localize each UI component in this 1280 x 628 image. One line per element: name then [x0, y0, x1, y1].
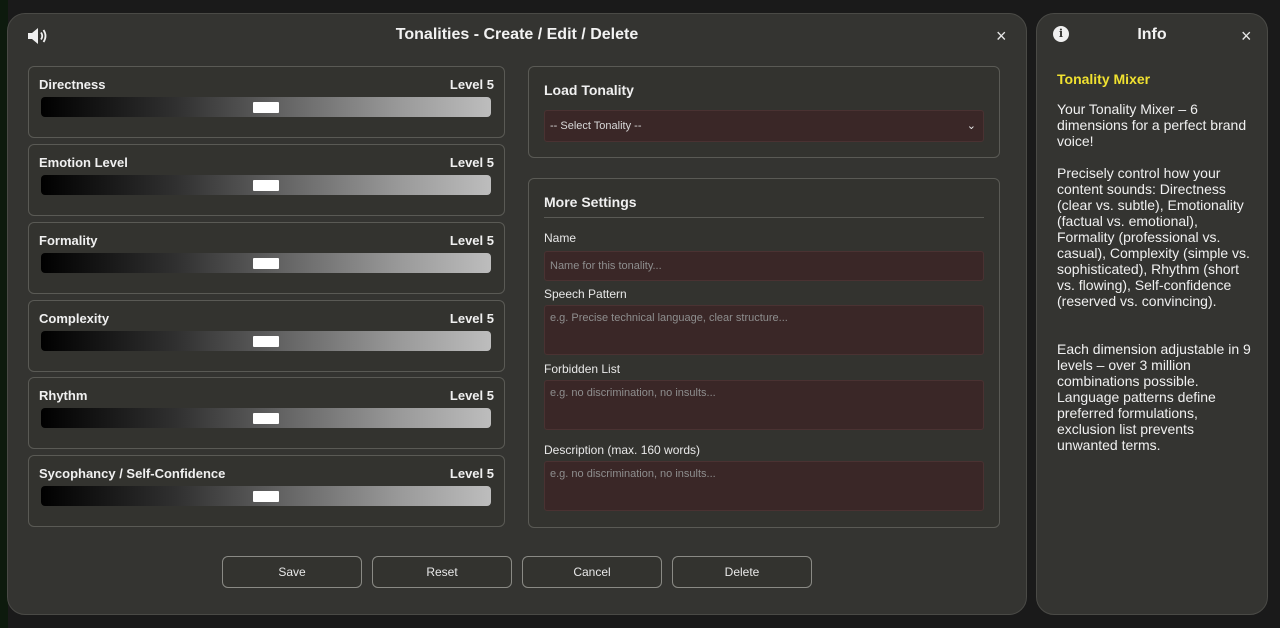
slider-level: Level 5: [449, 466, 494, 481]
name-label: Name: [544, 231, 577, 245]
info-title: Info: [1137, 26, 1167, 43]
slider-thumb[interactable]: [253, 413, 279, 424]
slider-label: Sycophancy / Self-Confidence: [39, 466, 226, 481]
formality-slider[interactable]: [41, 253, 491, 273]
chevron-down-icon: ⌄: [966, 120, 976, 132]
slider-card-self-confidence: Sycophancy / Self-Confidence Level 5: [28, 455, 505, 527]
slider-card-complexity: Complexity Level 5: [28, 300, 505, 372]
self-confidence-slider[interactable]: [41, 486, 491, 506]
rhythm-slider[interactable]: [41, 408, 491, 428]
directness-slider[interactable]: [41, 97, 491, 117]
modal-title: Tonalities - Create / Edit / Delete: [395, 26, 639, 43]
more-settings-panel: More Settings Name Name for this tonalit…: [528, 178, 1000, 528]
slider-card-formality: Formality Level 5: [28, 222, 505, 294]
name-field[interactable]: Name for this tonality...: [544, 251, 984, 281]
slider-thumb[interactable]: [253, 258, 279, 269]
delete-button[interactable]: Delete: [672, 556, 812, 588]
tonality-select[interactable]: -- Select Tonality -- ⌄: [544, 110, 984, 142]
load-tonality-panel: Load Tonality -- Select Tonality -- ⌄: [528, 66, 1000, 158]
slider-card-emotion: Emotion Level Level 5: [28, 144, 505, 216]
description-field[interactable]: e.g. no discrimination, no insults...: [544, 461, 984, 511]
slider-thumb[interactable]: [253, 180, 279, 191]
slider-label: Emotion Level: [39, 155, 128, 170]
speech-pattern-label: Speech Pattern: [544, 287, 627, 301]
info-paragraph: Your Tonality Mixer – 6 dimensions for a…: [1057, 101, 1247, 149]
cancel-button[interactable]: Cancel: [522, 556, 662, 588]
modal-header: Tonalities - Create / Edit / Delete ×: [8, 14, 1026, 58]
forbidden-list-field[interactable]: e.g. no discrimination, no insults...: [544, 380, 984, 430]
info-paragraph: Each dimension adjustable in 9 levels – …: [1057, 341, 1251, 453]
description-label: Description (max. 160 words): [544, 443, 701, 457]
info-panel: i Info × Tonality Mixer Your Tonality Mi…: [1036, 13, 1268, 615]
slider-level: Level 5: [449, 233, 494, 248]
modal-close-button[interactable]: ×: [996, 26, 1007, 46]
reset-button[interactable]: Reset: [372, 556, 512, 588]
forbidden-list-label: Forbidden List: [544, 362, 621, 376]
slider-level: Level 5: [449, 311, 494, 326]
slider-label: Complexity: [39, 311, 110, 326]
speech-pattern-field[interactable]: e.g. Precise technical language, clear s…: [544, 305, 984, 355]
more-settings-title: More Settings: [544, 194, 637, 210]
select-value: -- Select Tonality --: [550, 120, 642, 132]
load-tonality-title: Load Tonality: [544, 82, 634, 98]
save-button[interactable]: Save: [222, 556, 362, 588]
slider-level: Level 5: [449, 388, 494, 403]
tonalities-modal: Tonalities - Create / Edit / Delete × Di…: [7, 13, 1027, 615]
emotion-slider[interactable]: [41, 175, 491, 195]
slider-thumb[interactable]: [253, 102, 279, 113]
slider-card-directness: Directness Level 5: [28, 66, 505, 138]
info-paragraph: Precisely control how your content sound…: [1057, 165, 1250, 309]
slider-card-rhythm: Rhythm Level 5: [28, 377, 505, 449]
slider-label: Directness: [39, 77, 106, 92]
info-close-button[interactable]: ×: [1241, 26, 1252, 46]
slider-thumb[interactable]: [253, 336, 279, 347]
slider-thumb[interactable]: [253, 491, 279, 502]
slider-level: Level 5: [449, 155, 494, 170]
complexity-slider[interactable]: [41, 331, 491, 351]
divider: [544, 217, 984, 218]
slider-level: Level 5: [449, 77, 494, 92]
info-heading: Tonality Mixer: [1057, 71, 1151, 87]
slider-label: Formality: [39, 233, 98, 248]
slider-label: Rhythm: [39, 388, 88, 403]
